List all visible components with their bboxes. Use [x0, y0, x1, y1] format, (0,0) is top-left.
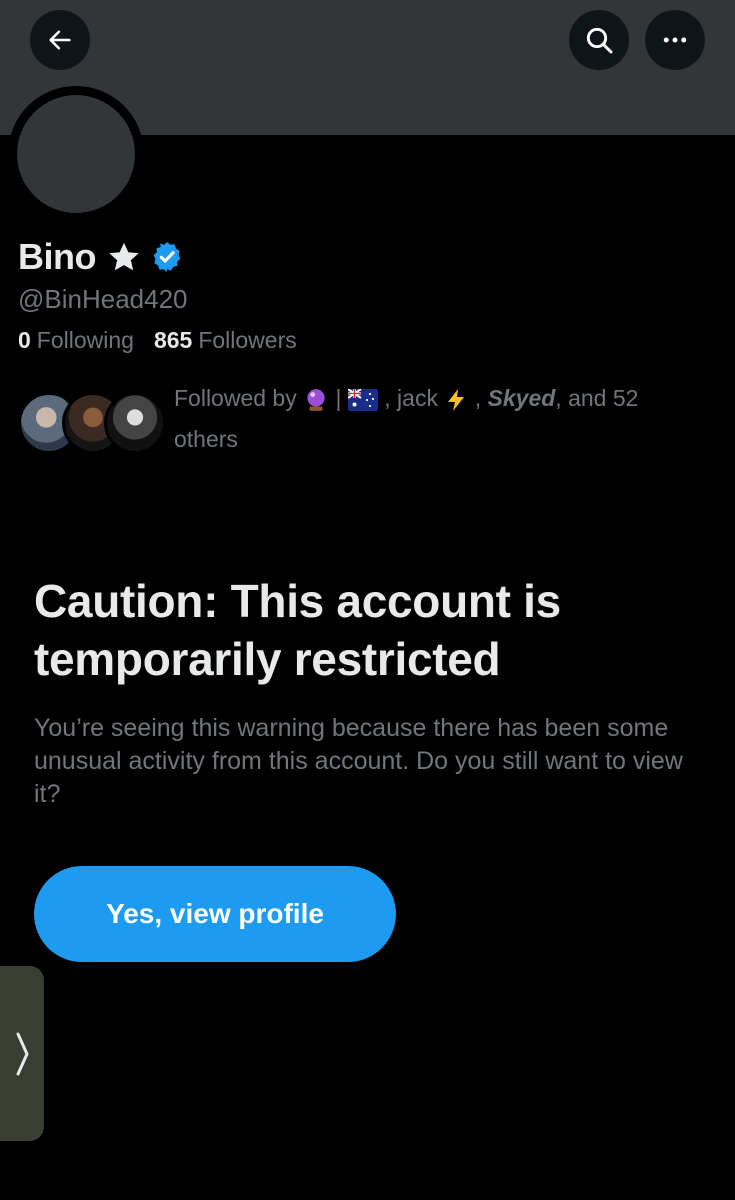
following-label: Following	[36, 327, 134, 353]
followed-by-name-2: ,	[474, 385, 488, 411]
display-name: Bino	[18, 236, 96, 277]
following-count: 0	[18, 327, 31, 353]
search-icon	[586, 27, 613, 54]
verified-badge-icon[interactable]	[150, 240, 184, 274]
warning-body: You’re seeing this warning because there…	[34, 714, 683, 808]
followers-count: 865	[153, 327, 193, 353]
back-button[interactable]	[30, 10, 90, 70]
chevron-right-icon	[16, 1032, 29, 1075]
profile-avatar[interactable]	[8, 86, 144, 222]
following-link[interactable]: 0 Following	[18, 327, 134, 354]
crystal-ball-icon	[307, 389, 325, 411]
followed-by-prefix: Followed by	[174, 385, 297, 411]
followed-by-separator: |	[335, 385, 342, 411]
arrow-left-icon	[49, 30, 71, 50]
followed-by-name-3: Skyed	[487, 385, 556, 411]
warning-title: Caution: This account is temporarily res…	[34, 575, 561, 685]
profile-name-row: Bino	[18, 236, 184, 278]
followed-by-text[interactable]: Followed by | , jack , Skyed, and 52 oth…	[174, 378, 684, 460]
search-button[interactable]	[569, 10, 629, 70]
more-options-button[interactable]	[645, 10, 705, 70]
followers-link[interactable]: 865 Followers	[154, 327, 297, 354]
followers-label: Followers	[198, 327, 297, 353]
profile-handle: @BinHead420	[18, 284, 188, 314]
ellipsis-icon	[663, 37, 687, 43]
side-panel-handle[interactable]	[0, 966, 44, 1141]
view-profile-button[interactable]: Yes, view profile	[34, 866, 396, 962]
australia-flag-icon	[347, 388, 378, 411]
follower-avatar	[104, 392, 166, 454]
mutual-followers-avatars[interactable]	[18, 392, 166, 454]
avatar-placeholder	[17, 95, 135, 213]
followed-by-name-1: , jack	[384, 385, 438, 411]
follow-stats: 0 Following 865 Followers	[18, 327, 297, 354]
lightning-icon	[448, 388, 465, 411]
star-icon	[109, 242, 139, 271]
